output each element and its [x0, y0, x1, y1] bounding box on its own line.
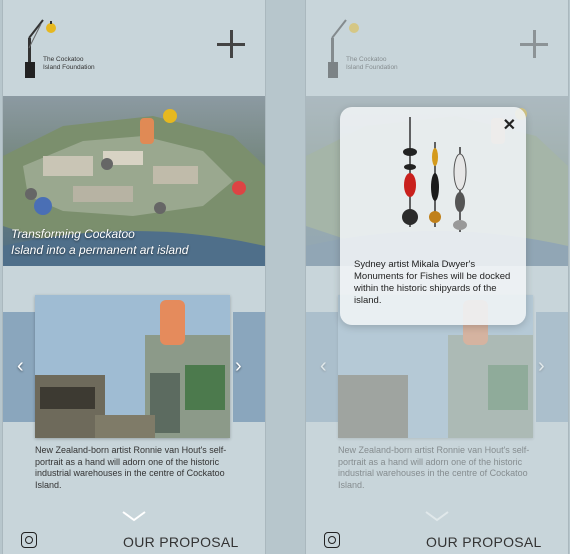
hero-caption: Transforming Cockatoo Island into a perm…	[11, 226, 251, 258]
brand-line-2: Island Foundation	[43, 64, 95, 71]
hero-caption-line-2: Island into a permanent art island	[11, 243, 189, 257]
instagram-icon[interactable]	[21, 532, 37, 548]
monuments-for-fishes-image	[402, 117, 467, 232]
artwork-description: New Zealand-born artist Ronnie van Hout'…	[338, 445, 530, 490]
header: The Cockatoo Island Foundation	[306, 0, 568, 92]
chevron-right-icon[interactable]: ›	[235, 355, 242, 378]
brand-line-2: Island Foundation	[346, 64, 398, 71]
artwork-carousel: ‹ ›	[3, 295, 265, 440]
carousel-active-card[interactable]	[35, 295, 230, 438]
header: The Cockatoo Island Foundation	[3, 0, 265, 92]
popup-description: Sydney artist Mikala Dwyer's Monuments f…	[354, 259, 511, 306]
instagram-icon[interactable]	[324, 532, 340, 548]
right-screen: The Cockatoo Island Foundation ‹ › New Z…	[306, 0, 568, 554]
chevron-down-icon[interactable]	[424, 510, 450, 522]
chevron-left-icon[interactable]: ‹	[17, 355, 24, 378]
hero-caption-line-1: Transforming Cockatoo	[11, 227, 135, 241]
plus-icon[interactable]	[520, 30, 550, 60]
left-screen: The Cockatoo Island Foundation Transform…	[3, 0, 265, 554]
artwork-description: New Zealand-born artist Ronnie van Hout'…	[35, 445, 227, 490]
chevron-left-icon[interactable]: ‹	[320, 355, 327, 378]
our-proposal-link[interactable]: OUR PROPOSAL	[123, 534, 239, 550]
chevron-down-icon[interactable]	[121, 510, 147, 522]
logo-text: The Cockatoo Island Foundation	[43, 56, 113, 72]
artwork-popup: ✕ Sydney artist Mikala Dwyer's Monuments…	[340, 107, 526, 325]
our-proposal-link[interactable]: OUR PROPOSAL	[426, 534, 542, 550]
close-icon[interactable]: ✕	[503, 115, 516, 135]
brand-line-1: The Cockatoo	[346, 56, 387, 63]
brand-line-1: The Cockatoo	[43, 56, 84, 63]
plus-icon[interactable]	[217, 30, 247, 60]
chevron-right-icon[interactable]: ›	[538, 355, 545, 378]
warehouse-photo	[35, 295, 230, 438]
hero-map[interactable]: Transforming Cockatoo Island into a perm…	[3, 96, 265, 266]
logo-text: The Cockatoo Island Foundation	[346, 56, 416, 72]
